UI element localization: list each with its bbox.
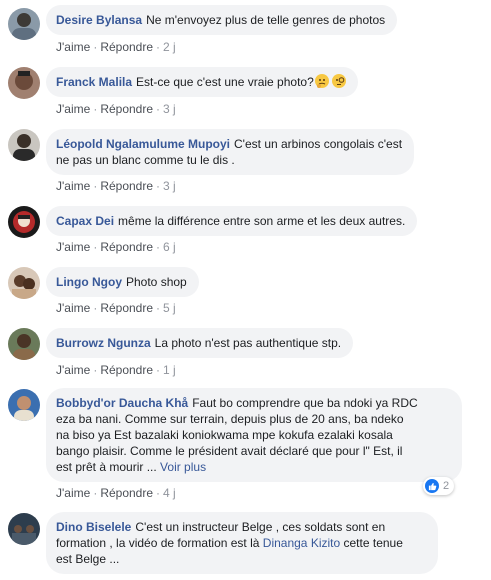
comment-text: cette tenue	[340, 536, 403, 550]
like-link[interactable]: J'aime	[56, 40, 90, 54]
comment-actions: J'aime · Répondre · 6 j	[56, 240, 176, 254]
reply-link[interactable]: Répondre	[100, 102, 153, 116]
like-link[interactable]: J'aime	[56, 486, 90, 500]
avatar[interactable]	[8, 513, 40, 545]
comment-text: Est-ce que c'est une vraie photo?	[136, 75, 314, 89]
comment-text: Faut bo comprendre que ba ndoki ya RDC	[192, 396, 418, 410]
timestamp[interactable]: 1 j	[163, 363, 176, 377]
comment-text: est prêt à mourir ...	[56, 460, 157, 474]
author-name[interactable]: Lingo Ngoy	[56, 275, 122, 289]
comment-bubble: Capax Dei même la différence entre son ar…	[46, 206, 418, 236]
comment-actions: J'aime · Répondre · 4 j	[56, 486, 176, 500]
comment-text: La photo n'est pas authentique stp.	[154, 336, 342, 350]
like-link[interactable]: J'aime	[56, 102, 90, 116]
author-name[interactable]: Léopold Ngalamulume Mupoyi	[56, 137, 230, 151]
comment-text: ne pas un blanc comme tu le dis .	[56, 153, 235, 167]
see-more-link[interactable]: Voir plus	[160, 460, 206, 474]
reply-link[interactable]: Répondre	[100, 40, 153, 54]
timestamp[interactable]: 2 j	[163, 40, 176, 54]
reply-link[interactable]: Répondre	[100, 240, 153, 254]
like-link[interactable]: J'aime	[56, 301, 90, 315]
comment-text: même la différence entre son arme et les…	[118, 214, 406, 228]
timestamp[interactable]: 4 j	[163, 486, 176, 500]
timestamp[interactable]: 3 j	[163, 102, 176, 116]
comment-text: formation , la vidéo de formation est là	[56, 536, 263, 550]
comment-text: na biso ya Est bazalaki koniokwama mpe k…	[56, 428, 393, 442]
like-link[interactable]: J'aime	[56, 240, 90, 254]
comment-text: bango plaisir. Comme le président avait …	[56, 444, 403, 458]
comment-bubble: Burrowz Ngunza La photo n'est pas authent…	[46, 328, 354, 358]
author-name[interactable]: Franck Malila	[56, 75, 132, 89]
comment-actions: J'aime · Répondre · 3 j	[56, 102, 176, 116]
comment-bubble: Léopold Ngalamulume Mupoyi C'est un arbin…	[46, 129, 415, 175]
comment-actions: J'aime · Répondre · 3 j	[56, 179, 176, 193]
avatar[interactable]	[8, 129, 40, 161]
comment-bubble: Dino Biselele C'est un instructeur Belge …	[46, 512, 438, 574]
avatar[interactable]	[8, 206, 40, 238]
comment-actions: J'aime · Répondre · 5 j	[56, 301, 176, 315]
like-reaction-icon	[425, 479, 439, 493]
comment-actions: J'aime · Répondre · 2 j	[56, 40, 176, 54]
like-link[interactable]: J'aime	[56, 363, 90, 377]
comment-text: est Belge ...	[56, 552, 120, 566]
comment-text: Ne m'envoyez plus de telle genres de pho…	[146, 13, 386, 27]
avatar[interactable]	[8, 8, 40, 40]
timestamp[interactable]: 3 j	[163, 179, 176, 193]
comment-text: eza ba nani. Comme sur terrain, depuis p…	[56, 412, 404, 426]
avatar[interactable]	[8, 389, 40, 421]
like-link[interactable]: J'aime	[56, 179, 90, 193]
author-name[interactable]: Dino Biselele	[56, 520, 131, 534]
comment-bubble: Bobbyd'or Daucha Khå Faut bo comprendre q…	[46, 388, 462, 482]
timestamp[interactable]: 6 j	[163, 240, 176, 254]
author-name[interactable]: Desire Bylansa	[56, 13, 142, 27]
comment-text: C'est un arbinos congolais c'est	[234, 137, 403, 151]
mention-link[interactable]: Dinanga Kizito	[263, 536, 340, 550]
comment-text: Photo shop	[126, 275, 187, 289]
thinking-face-emoji	[314, 74, 329, 88]
face-with-monocle-emoji	[331, 74, 346, 88]
reply-link[interactable]: Répondre	[100, 179, 153, 193]
reaction-summary[interactable]: 2	[423, 477, 455, 495]
reply-link[interactable]: Répondre	[100, 301, 153, 315]
comment-text: C'est un instructeur Belge , ces soldats…	[135, 520, 386, 534]
comment-bubble: Lingo Ngoy Photo shop	[46, 267, 199, 297]
reply-link[interactable]: Répondre	[100, 363, 153, 377]
reaction-count: 2	[443, 480, 450, 492]
avatar[interactable]	[8, 328, 40, 360]
comment-bubble: Franck Malila Est-ce que c'est une vraie …	[46, 67, 358, 97]
author-name[interactable]: Capax Dei	[56, 214, 114, 228]
avatar[interactable]	[8, 267, 40, 299]
reply-link[interactable]: Répondre	[100, 486, 153, 500]
avatar[interactable]	[8, 67, 40, 99]
comment-actions: J'aime · Répondre · 1 j	[56, 363, 176, 377]
author-name[interactable]: Burrowz Ngunza	[56, 336, 151, 350]
timestamp[interactable]: 5 j	[163, 301, 176, 315]
author-name[interactable]: Bobbyd'or Daucha Khå	[56, 396, 188, 410]
comment-bubble: Desire Bylansa Ne m'envoyez plus de telle…	[46, 5, 398, 35]
